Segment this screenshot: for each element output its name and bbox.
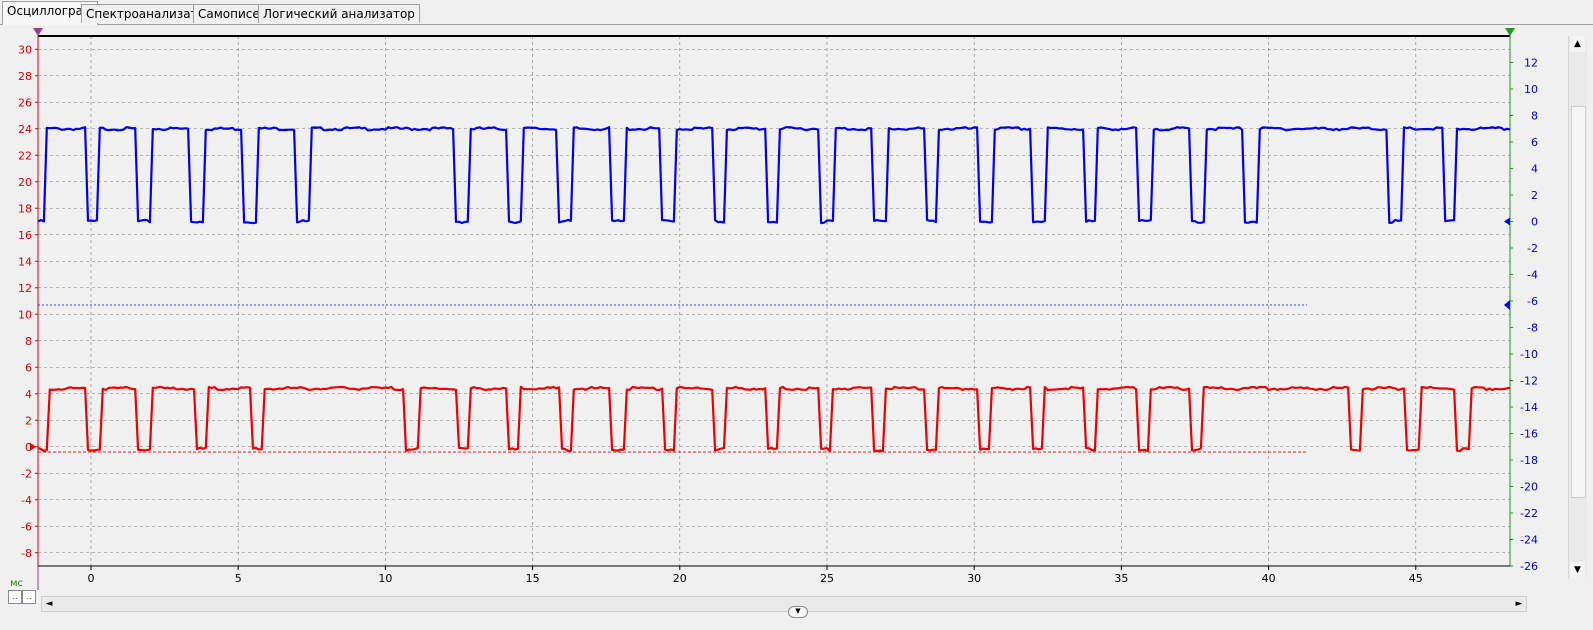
scroll-down-button[interactable]: ▼: [1570, 562, 1585, 578]
x-axis-label: 15: [526, 572, 540, 585]
x-axis-label: 20: [673, 572, 687, 585]
right-axis-label: 12: [1524, 57, 1538, 70]
red-offset-marker: [30, 442, 36, 451]
right-axis-label: 6: [1531, 136, 1538, 149]
x-axis-label: 40: [1262, 572, 1276, 585]
vertical-scroll-thumb[interactable]: [1571, 106, 1586, 498]
left-axis-label: 14: [18, 255, 32, 268]
left-axis-label: 30: [18, 43, 32, 56]
channel-a-button[interactable]: ..: [8, 590, 22, 604]
scroll-right-button[interactable]: ►: [1512, 597, 1526, 611]
right-axis-label: -20: [1520, 481, 1538, 494]
left-axis-label: 4: [25, 388, 32, 401]
right-axis-label: 10: [1524, 83, 1538, 96]
vertical-scrollbar[interactable]: ▲ ▼: [1568, 36, 1587, 578]
right-axis-label: -6: [1527, 295, 1538, 308]
x-axis-label: 45: [1409, 572, 1423, 585]
right-axis-label: 4: [1531, 163, 1538, 176]
horizontal-scrollbar[interactable]: ◄ ►: [41, 596, 1527, 612]
right-axis-label: 2: [1531, 189, 1538, 202]
left-axis-label: 10: [18, 308, 32, 321]
right-axis-label: -2: [1527, 242, 1538, 255]
left-axis-label: 6: [25, 361, 32, 374]
oscilloscope-plot[interactable]: 302826242220181614121086420-2-4-6-812108…: [0, 25, 1593, 595]
right-axis-label: -18: [1520, 454, 1538, 467]
left-axis-label: -4: [21, 494, 32, 507]
x-axis-label: 5: [235, 572, 242, 585]
tab-bar: Осциллограф Спектроанализатор Самописец …: [0, 0, 1593, 25]
left-axis-label: -2: [21, 467, 32, 480]
trigger-marker-right: [1505, 28, 1515, 36]
left-axis-label: 12: [18, 282, 32, 295]
right-axis-label: -14: [1520, 401, 1538, 414]
tab-logic-analyzer[interactable]: Логический анализатор: [258, 4, 420, 23]
x-axis-label: 10: [378, 572, 392, 585]
channel-b-button[interactable]: ..: [22, 590, 36, 604]
collapse-panel-button[interactable]: ▼: [788, 606, 808, 618]
time-unit-label: мс: [10, 578, 24, 589]
x-axis-label: 35: [1114, 572, 1128, 585]
right-axis-label: -22: [1520, 507, 1538, 520]
x-axis-label: 25: [820, 572, 834, 585]
right-axis-label: -16: [1520, 428, 1538, 441]
left-axis-label: 22: [18, 149, 32, 162]
scroll-up-button[interactable]: ▲: [1570, 36, 1585, 52]
left-axis-label: 18: [18, 202, 32, 215]
right-axis-label: -8: [1527, 322, 1538, 335]
right-axis-label: -10: [1520, 348, 1538, 361]
left-axis-label: -8: [21, 547, 32, 560]
right-axis-label: -26: [1520, 560, 1538, 573]
left-axis-label: 26: [18, 96, 32, 109]
left-axis-label: 2: [25, 414, 32, 427]
x-axis-label: 30: [967, 572, 981, 585]
right-axis-label: -12: [1520, 375, 1538, 388]
left-axis-label: 24: [18, 123, 32, 136]
trigger-marker-left: [33, 28, 43, 36]
right-axis-label: 8: [1531, 110, 1538, 123]
left-axis-label: 8: [25, 335, 32, 348]
x-axis-label: 0: [87, 572, 94, 585]
left-axis-label: 28: [18, 70, 32, 83]
plot-area: [38, 36, 1510, 566]
left-axis-label: 16: [18, 229, 32, 242]
right-axis-label: 0: [1531, 216, 1538, 229]
right-axis-label: -4: [1527, 269, 1538, 282]
left-axis-label: 20: [18, 176, 32, 189]
left-axis-label: -6: [21, 520, 32, 533]
scroll-left-button[interactable]: ◄: [42, 597, 56, 611]
right-axis-label: -24: [1520, 534, 1538, 547]
